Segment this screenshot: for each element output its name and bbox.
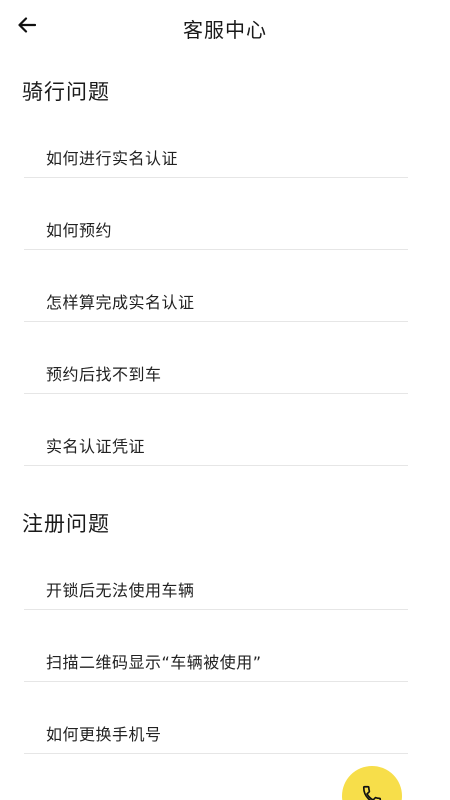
faq-item[interactable]: 怎样算完成实名认证 — [24, 250, 408, 322]
section-title-riding: 骑行问题 — [22, 80, 110, 104]
faq-item-label: 预约后找不到车 — [46, 365, 162, 384]
faq-item-label: 扫描二维码显示“车辆被使用” — [46, 653, 262, 672]
faq-item[interactable]: 扫描二维码显示“车辆被使用” — [24, 610, 408, 682]
faq-item-label: 怎样算完成实名认证 — [46, 293, 195, 312]
faq-item-label: 开锁后无法使用车辆 — [46, 581, 195, 600]
faq-item-label: 如何更换手机号 — [46, 725, 162, 744]
faq-item-label: 如何预约 — [46, 221, 113, 240]
faq-item[interactable]: 实名认证凭证 — [24, 394, 408, 466]
faq-item-label: 实名认证凭证 — [46, 437, 146, 456]
faq-item[interactable]: 预约后找不到车 — [24, 322, 408, 394]
faq-item[interactable]: 如何预约 — [24, 178, 408, 250]
call-service-button[interactable] — [342, 766, 402, 800]
header: 客服中心 — [0, 0, 450, 56]
faq-item[interactable]: 开锁后无法使用车辆 — [24, 538, 408, 610]
section-title-registration: 注册问题 — [22, 512, 110, 536]
customer-service-page: 客服中心 骑行问题 如何进行实名认证 如何预约 怎样算完成实名认证 预约后找不到… — [0, 0, 450, 800]
faq-item[interactable]: 如何更换手机号 — [24, 682, 408, 754]
faq-item-label: 如何进行实名认证 — [46, 149, 179, 168]
faq-item[interactable]: 如何进行实名认证 — [24, 106, 408, 178]
page-title: 客服中心 — [183, 18, 267, 42]
phone-icon — [361, 784, 383, 800]
